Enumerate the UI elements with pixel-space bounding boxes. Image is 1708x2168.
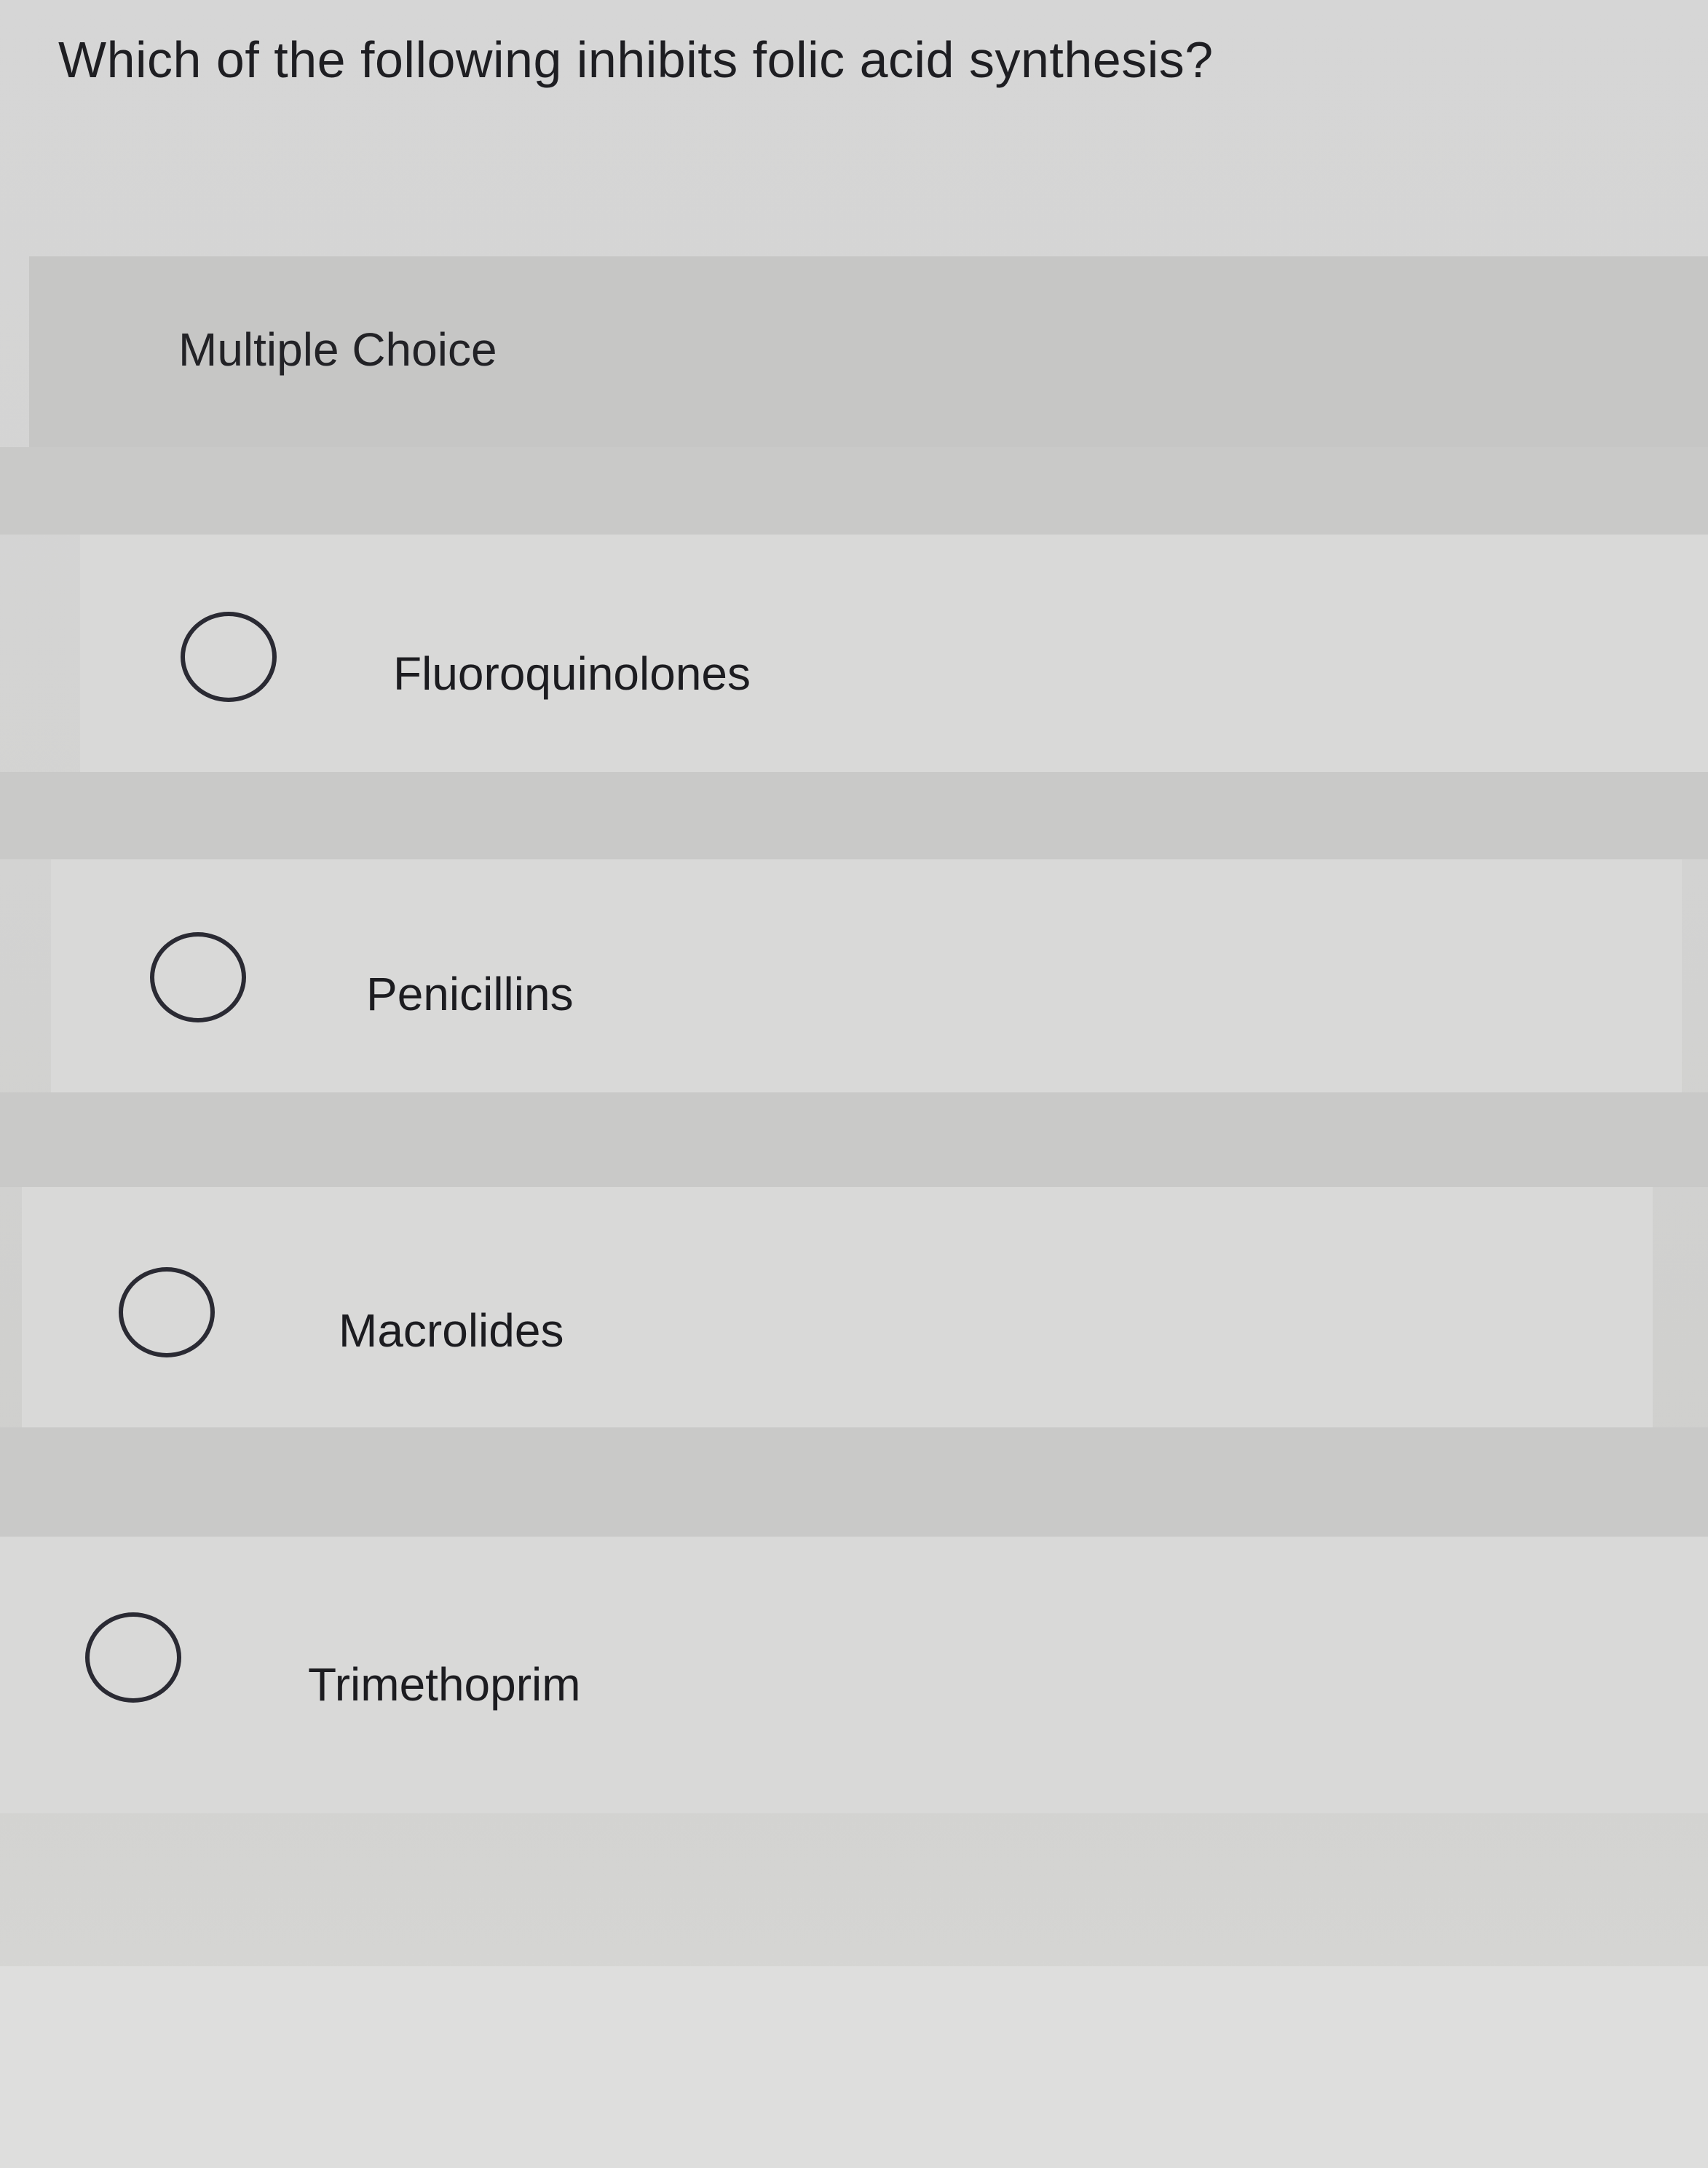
option-trimethoprim[interactable] <box>0 1537 1708 1813</box>
divider <box>0 1427 1708 1537</box>
divider <box>0 447 1708 535</box>
option-label-fluoroquinolones[interactable]: Fluoroquinolones <box>393 634 751 714</box>
multiple-choice-label: Multiple Choice <box>178 323 497 376</box>
radio-button-fluoroquinolones[interactable] <box>181 612 277 702</box>
divider <box>0 1092 1708 1187</box>
radio-button-macrolides[interactable] <box>119 1267 215 1357</box>
option-penicillins[interactable] <box>51 859 1682 1092</box>
page-bottom <box>0 1966 1708 2168</box>
radio-button-penicillins[interactable] <box>150 932 246 1022</box>
question-text: Which of the following inhibits folic ac… <box>58 31 1214 88</box>
option-label-penicillins[interactable]: Penicillins <box>366 954 574 1034</box>
radio-button-trimethoprim[interactable] <box>85 1612 181 1703</box>
option-macrolides[interactable] <box>22 1187 1653 1427</box>
divider <box>0 772 1708 859</box>
option-label-trimethoprim[interactable]: Trimethoprim <box>308 1644 581 1724</box>
option-fluoroquinolones[interactable] <box>80 535 1708 772</box>
option-label-macrolides[interactable]: Macrolides <box>339 1290 564 1371</box>
